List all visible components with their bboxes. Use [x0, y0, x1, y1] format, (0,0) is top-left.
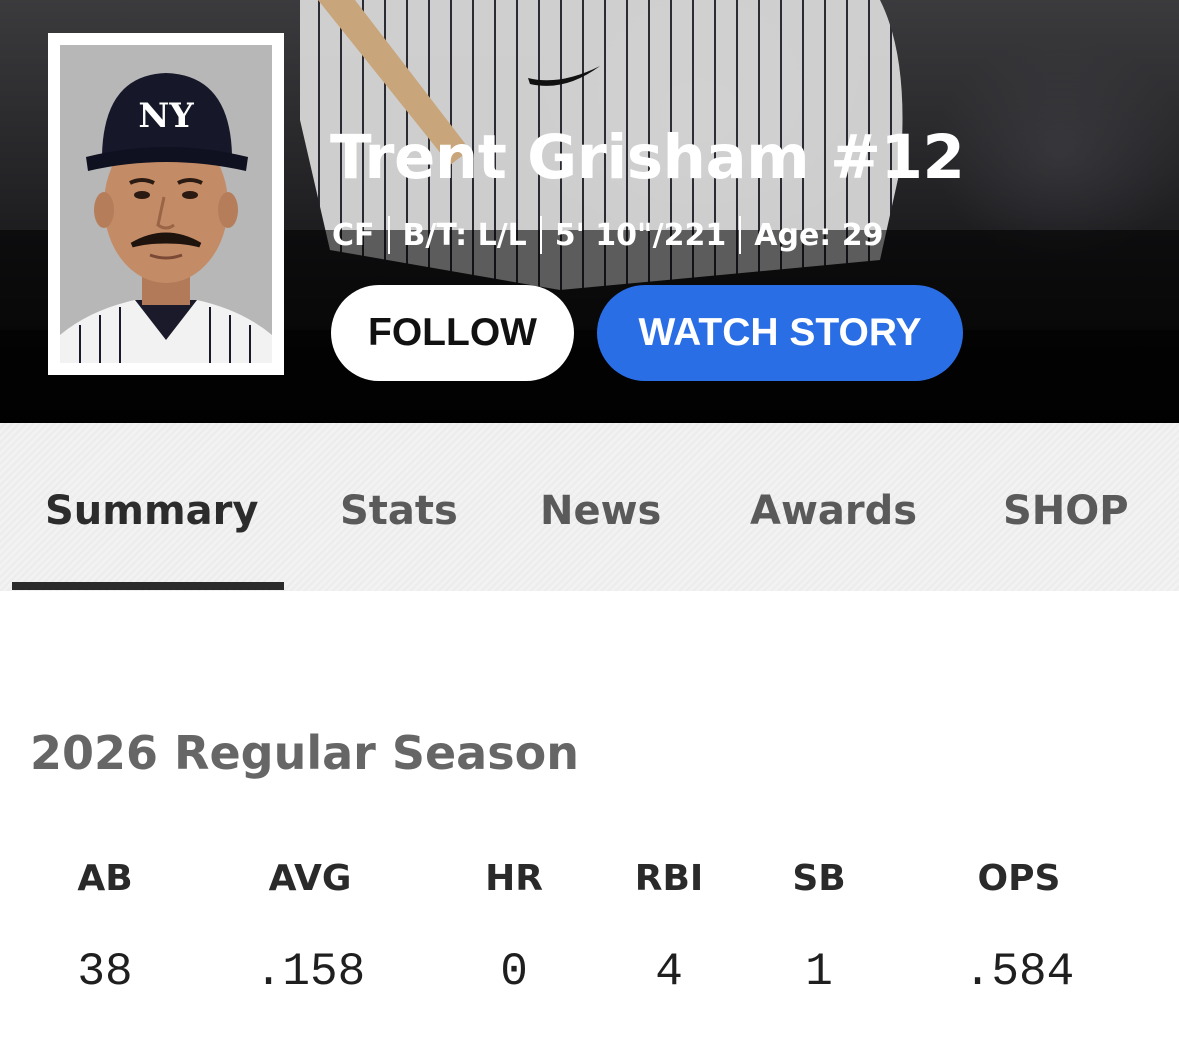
bio-divider	[739, 216, 742, 254]
tab-shop[interactable]: SHOP	[1003, 483, 1129, 539]
player-headshot-image: NY	[60, 45, 272, 363]
active-tab-indicator	[12, 582, 284, 590]
player-age: Age: 29	[754, 217, 884, 253]
tab-summary[interactable]: Summary	[45, 483, 258, 539]
tab-news[interactable]: News	[540, 483, 661, 539]
player-height-weight: 5' 10"/221	[554, 217, 727, 253]
player-bio-line: CF B/T: L/L 5' 10"/221 Age: 29	[332, 214, 884, 256]
cap-logo-text: NY	[138, 96, 194, 136]
bio-divider	[539, 216, 542, 254]
tab-awards[interactable]: Awards	[750, 483, 917, 539]
player-hero-banner: NY Trent Grisham #12 CF B/T: L/L 5' 10"/…	[0, 0, 1179, 423]
bio-divider	[387, 216, 390, 254]
follow-button[interactable]: FOLLOW	[331, 285, 574, 381]
watch-story-button[interactable]: WATCH STORY	[597, 285, 963, 381]
stat-header-sb: SB	[792, 858, 846, 899]
stat-value-avg: .158	[254, 946, 366, 998]
stat-value-sb: 1	[805, 946, 833, 998]
player-headshot-frame: NY	[48, 33, 284, 375]
player-position: CF	[332, 217, 375, 253]
profile-tab-bar: Summary Stats News Awards SHOP	[0, 423, 1179, 591]
stat-value-ops: .584	[963, 946, 1075, 998]
player-bats-throws: B/T: L/L	[402, 217, 527, 253]
player-name: Trent Grisham #12	[330, 122, 965, 193]
stat-header-ops: OPS	[977, 858, 1061, 899]
season-stats-title: 2026 Regular Season	[30, 726, 579, 780]
stat-header-ab: AB	[77, 858, 133, 899]
stat-header-avg: AVG	[268, 858, 352, 899]
tab-stats[interactable]: Stats	[340, 483, 458, 539]
stat-value-ab: 38	[77, 946, 133, 998]
